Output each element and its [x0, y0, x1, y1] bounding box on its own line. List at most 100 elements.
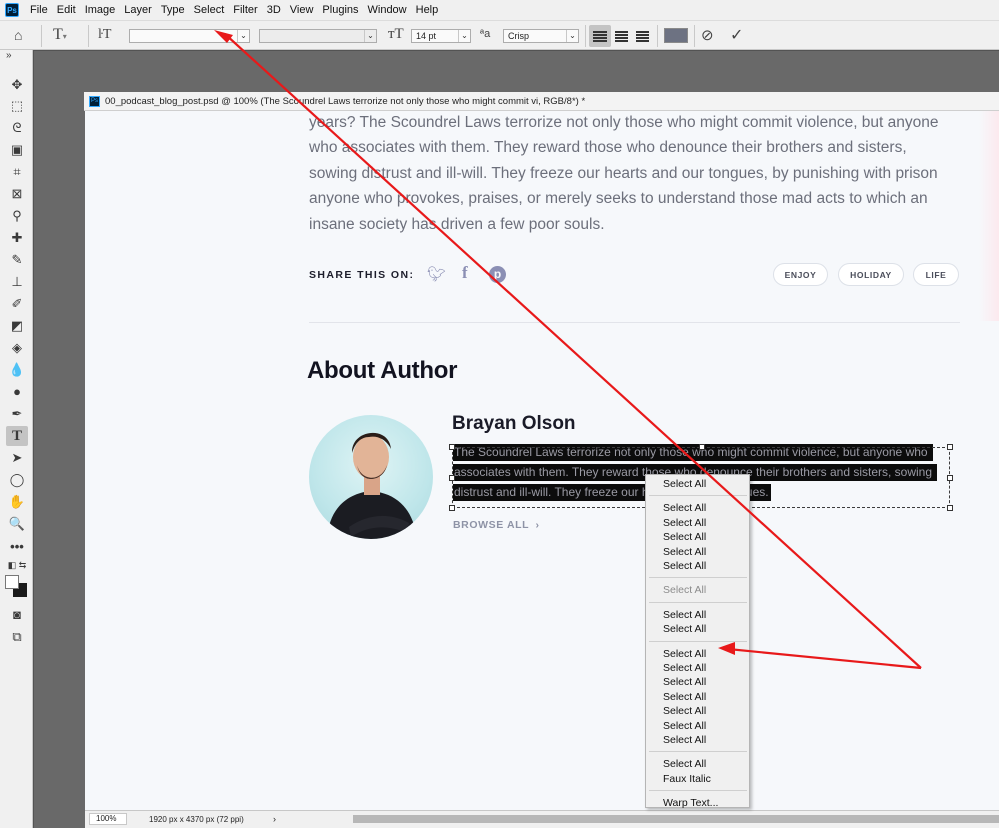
align-right-button[interactable] — [635, 25, 651, 47]
context-menu-item-select-all[interactable]: Select All — [663, 733, 706, 747]
foreground-color-swatch[interactable] — [5, 575, 19, 589]
text-color-swatch[interactable] — [664, 28, 688, 43]
menu-bar: Ps File Edit Image Layer Type Select Filter 3D V… — [0, 0, 999, 20]
transform-handle[interactable] — [947, 444, 953, 450]
menu-type[interactable]: Type — [158, 4, 191, 16]
menu-separator — [649, 601, 747, 603]
object-selection-tool-icon[interactable]: ▣ — [6, 140, 28, 160]
move-tool-icon[interactable]: ✥ — [6, 75, 28, 95]
align-center-button[interactable] — [614, 25, 630, 47]
share-label: SHARE THIS ON: — [309, 269, 415, 281]
crop-tool-icon[interactable]: ⌗ — [6, 162, 28, 182]
toggle-text-orientation-icon[interactable]: ŀT — [98, 27, 111, 43]
menu-layer[interactable]: Layer — [121, 4, 158, 16]
pinterest-icon: p — [489, 266, 506, 283]
menu-edit[interactable]: Edit — [54, 4, 82, 16]
healing-brush-tool-icon[interactable]: ✚ — [6, 228, 28, 248]
about-author-heading: About Author — [307, 357, 458, 384]
author-avatar — [309, 415, 433, 539]
chevron-down-icon: ⌄ — [566, 30, 578, 42]
context-menu-item-select-all[interactable]: Select All — [663, 690, 706, 704]
zoom-tool-icon[interactable]: 🔍 — [6, 514, 28, 534]
menu-select[interactable]: Select — [191, 4, 231, 16]
cancel-icon[interactable]: ⊘ — [701, 26, 714, 44]
section-divider — [309, 322, 960, 323]
menu-help[interactable]: Help — [413, 4, 445, 16]
font-family-select[interactable]: ⌄ — [129, 29, 250, 43]
context-menu-item-select-all[interactable]: Select All — [663, 622, 706, 636]
screen-mode-icon[interactable]: ⧉ — [6, 627, 28, 647]
tag-life: LIFE — [913, 263, 959, 286]
zoom-field[interactable]: 100% — [89, 813, 127, 825]
transform-handle[interactable] — [449, 505, 455, 511]
context-menu-item-select-all[interactable]: Select All — [663, 757, 706, 771]
quick-mask-icon[interactable]: ◙ — [6, 605, 28, 625]
path-selection-tool-icon[interactable]: ➤ — [6, 448, 28, 468]
context-menu-item-select-all[interactable]: Select All — [663, 545, 706, 559]
transform-handle[interactable] — [449, 475, 455, 481]
menu-filter[interactable]: Filter — [230, 4, 263, 16]
frame-tool-icon[interactable]: ⊠ — [6, 184, 28, 204]
transform-handle[interactable] — [699, 444, 705, 450]
brush-tool-icon[interactable]: ✎ — [6, 250, 28, 270]
collapse-panel-icon[interactable]: » — [6, 50, 28, 62]
marquee-tool-icon[interactable]: ⬚ — [6, 96, 28, 116]
eyedropper-tool-icon[interactable]: ⚲ — [6, 206, 28, 226]
context-menu-item-select-all[interactable]: Select All — [663, 559, 706, 573]
default-colors-icon[interactable]: ◧ ⇆ — [6, 558, 28, 572]
more-tools-icon[interactable]: ••• — [6, 537, 28, 557]
browse-all-link: BROWSE ALL › — [453, 519, 540, 531]
context-menu-item-select-all[interactable]: Select All — [663, 661, 706, 675]
clone-stamp-tool-icon[interactable]: ⊥ — [6, 272, 28, 292]
menu-plugins[interactable]: Plugins — [319, 4, 364, 16]
psd-file-icon: Ps — [89, 95, 100, 107]
align-left-button[interactable] — [589, 25, 611, 47]
status-bar: 100% 1920 px x 4370 px (72 ppi) › — [85, 810, 999, 828]
font-style-select[interactable]: ⌄ — [259, 29, 377, 43]
transform-handle[interactable] — [449, 444, 455, 450]
context-menu-item-select-all[interactable]: Select All — [663, 477, 706, 491]
context-menu-item-faux-italic[interactable]: Faux Italic — [663, 772, 711, 786]
context-menu-item-select-all[interactable]: Select All — [663, 516, 706, 530]
context-menu-item-select-all[interactable]: Select All — [663, 647, 706, 661]
horizontal-scrollbar[interactable] — [353, 815, 999, 823]
dodge-tool-icon[interactable]: ● — [6, 382, 28, 402]
menu-window[interactable]: Window — [365, 4, 413, 16]
antialias-select[interactable]: Crisp ⌄ — [503, 29, 579, 43]
context-menu-item-select-all[interactable]: Select All — [663, 530, 706, 544]
type-tool-preset-icon[interactable]: T▾ — [53, 26, 67, 44]
menu-view[interactable]: View — [287, 4, 320, 16]
context-menu-item-warp-text[interactable]: Warp Text... — [663, 796, 718, 810]
menu-image[interactable]: Image — [82, 4, 122, 16]
context-menu-item-select-all[interactable]: Select All — [663, 501, 706, 515]
document-tab[interactable]: Ps 00_podcast_blog_post.psd @ 100% (The … — [84, 92, 999, 111]
context-menu-item-select-all[interactable]: Select All — [663, 704, 706, 718]
transform-handle[interactable] — [947, 475, 953, 481]
home-icon[interactable]: ⌂ — [14, 27, 22, 43]
chevron-right-icon[interactable]: › — [273, 814, 276, 824]
history-brush-tool-icon[interactable]: ✐ — [6, 294, 28, 314]
paint-bucket-tool-icon[interactable]: ◈ — [6, 338, 28, 358]
context-menu-item-select-all[interactable]: Select All — [663, 675, 706, 689]
facebook-icon: f — [462, 263, 468, 282]
eraser-tool-icon[interactable]: ◩ — [6, 316, 28, 336]
chevron-down-icon: ⌄ — [364, 30, 376, 42]
chevron-right-icon: › — [535, 519, 540, 531]
menu-3d[interactable]: 3D — [264, 4, 287, 16]
photoshop-logo-icon[interactable]: Ps — [5, 3, 19, 17]
commit-check-icon[interactable]: ✓ — [730, 25, 743, 45]
document-canvas[interactable]: years? The Scoundrel Laws terrorize not … — [85, 111, 999, 810]
menu-file[interactable]: File — [27, 4, 54, 16]
lasso-tool-icon[interactable]: ᘓ — [6, 118, 28, 138]
blur-tool-icon[interactable]: 💧 — [6, 360, 28, 380]
transform-handle[interactable] — [947, 505, 953, 511]
pen-tool-icon[interactable]: ✒ — [6, 404, 28, 424]
context-menu-item-select-all[interactable]: Select All — [663, 608, 706, 622]
hand-tool-icon[interactable]: ✋ — [6, 492, 28, 512]
menu-separator — [649, 640, 747, 642]
font-size-select[interactable]: 14 pt ⌄ — [411, 29, 471, 43]
type-tool-icon[interactable]: T — [6, 426, 28, 446]
context-menu-item-select-all[interactable]: Select All — [663, 719, 706, 733]
menu-separator — [649, 577, 747, 579]
ellipse-tool-icon[interactable]: ◯ — [6, 470, 28, 490]
